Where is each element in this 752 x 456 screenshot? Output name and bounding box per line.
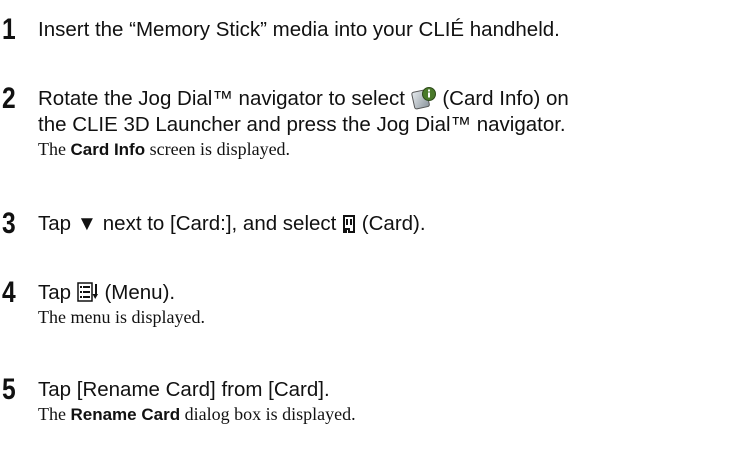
note-text: The <box>38 139 71 159</box>
note-text: dialog box is displayed. <box>180 404 356 424</box>
step-result-note: The menu is displayed. <box>38 307 205 327</box>
step-number: 5 <box>2 373 16 406</box>
note-text: screen is displayed. <box>145 139 291 159</box>
step-text-part: Rotate the Jog Dial™ navigator to select <box>38 87 405 110</box>
menu-icon <box>77 282 99 309</box>
step-number: 3 <box>2 207 16 240</box>
step-text-part: (Card). <box>361 212 426 235</box>
step-text: Insert the “Memory Stick” media into you… <box>38 18 560 41</box>
note-text: The <box>38 404 71 424</box>
step-text-part: Tap <box>38 281 72 304</box>
step-text: Tap ▼ next to [Card:], and select (Card)… <box>38 211 426 240</box>
step-result-note: The Rename Card dialog box is displayed. <box>38 403 356 426</box>
step-text-part: Tap <box>38 212 72 235</box>
step-text: Tap [Rename Card] from [Card]. <box>38 378 330 401</box>
step-number: 4 <box>2 276 16 309</box>
step-text-part: (Card Info) on <box>442 87 569 110</box>
step-result-note: The Card Info screen is displayed. <box>38 138 290 161</box>
card-icon <box>342 214 356 240</box>
note-bold-term: Rename Card <box>70 405 181 424</box>
note-bold-term: Card Info <box>70 140 146 159</box>
step-text-line-2: the CLIE 3D Launcher and press the Jog D… <box>38 113 566 136</box>
step-text-part: next to [Card:], and select <box>102 212 337 235</box>
step-text: Tap (Menu). <box>38 280 175 309</box>
step-number: 2 <box>2 82 16 115</box>
step-text-part: (Menu). <box>104 281 176 304</box>
dropdown-arrow-icon: ▼ <box>76 212 98 235</box>
step-number: 1 <box>2 13 16 46</box>
